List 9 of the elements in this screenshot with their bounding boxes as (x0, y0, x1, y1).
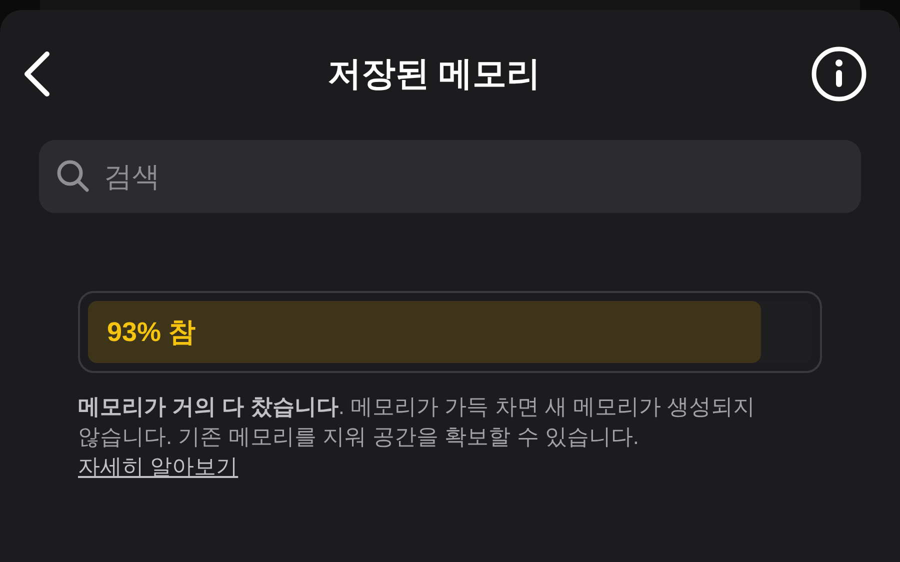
search-field[interactable]: 검색 (39, 140, 861, 213)
usage-label: 93% 참 (107, 316, 196, 349)
search-icon (56, 159, 90, 193)
memory-full-notice: 메모리가 거의 다 찼습니다. 메모리가 가득 차면 새 메모리가 생성되지 않습니다. 기존 메모리를 지워 공간을 확보할 수 있습니다. 자세히 알아보기 (78, 393, 756, 481)
info-button[interactable] (810, 46, 867, 102)
info-icon (810, 46, 867, 102)
page-title: 저장된 메모리 (327, 54, 541, 94)
back-icon (23, 51, 51, 97)
learn-more-link[interactable]: 자세히 알아보기 (78, 454, 238, 479)
